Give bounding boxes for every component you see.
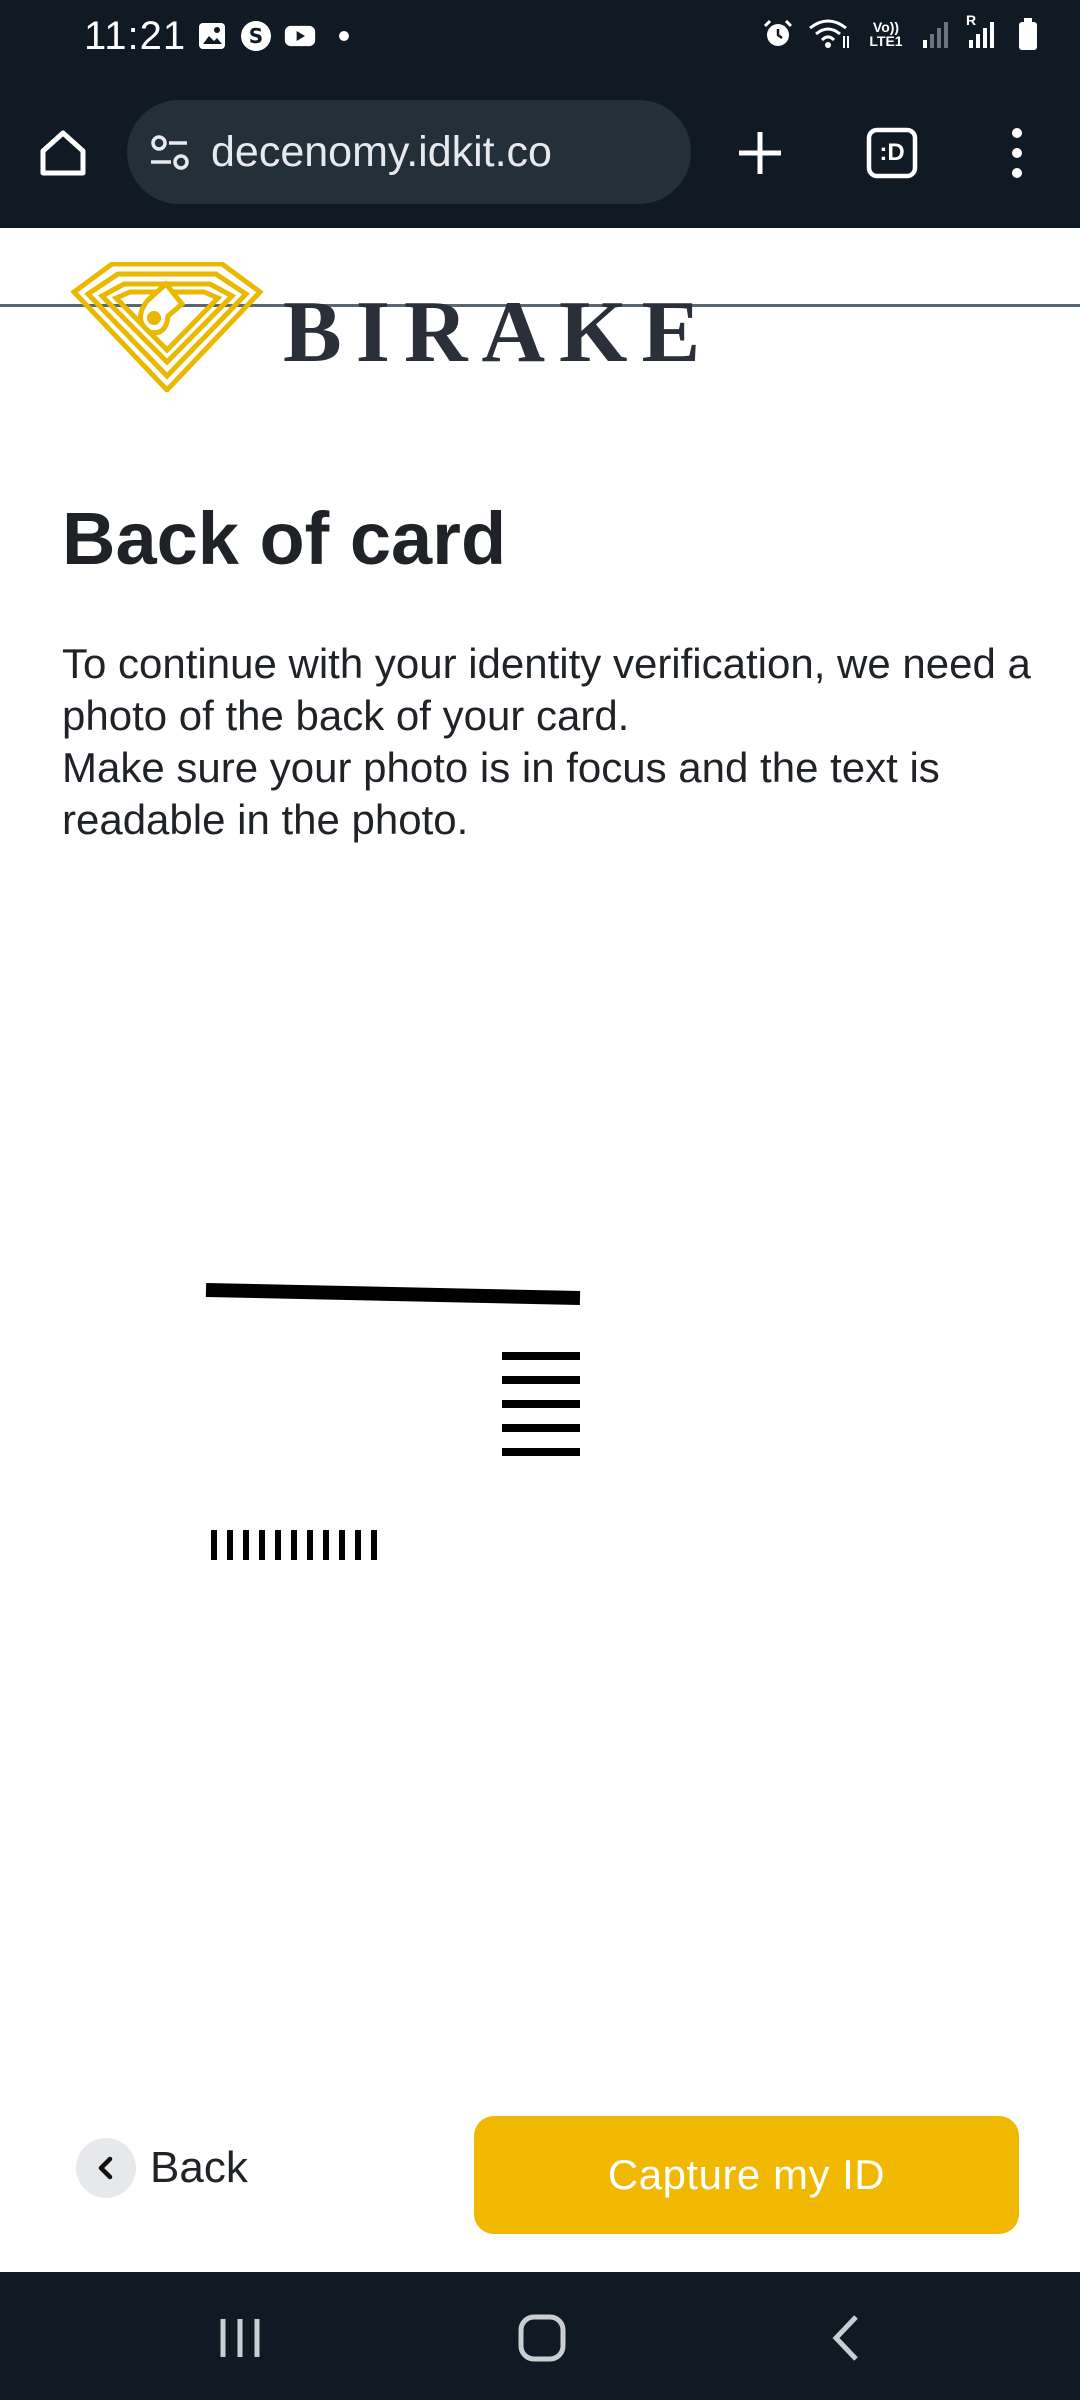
birake-diamond-logo-icon	[70, 262, 264, 392]
system-nav-bar	[0, 2272, 1080, 2400]
youtube-icon	[284, 20, 316, 52]
page-title: Back of card	[62, 497, 507, 580]
url-text: decenomy.idkit.co	[211, 128, 552, 176]
tab-switcher-label: :D	[879, 139, 905, 166]
back-chevron-icon	[76, 2138, 136, 2198]
status-bar: 11:21 S Vo)) LTE1 R	[0, 0, 1080, 78]
site-settings-icon[interactable]	[147, 130, 193, 176]
card-back-illustration	[180, 1280, 620, 1580]
volte-icon: Vo)) LTE1	[866, 18, 906, 50]
home-nav-button[interactable]	[492, 2296, 592, 2380]
alarm-icon	[762, 18, 794, 50]
instructions: To continue with your identity verificat…	[62, 638, 1032, 846]
capture-id-button[interactable]: Capture my ID	[474, 2116, 1019, 2234]
more-menu-icon	[1012, 128, 1022, 178]
new-tab-plus-icon	[739, 132, 781, 174]
instruction-line-1: To continue with your identity verificat…	[62, 640, 1031, 739]
more-menu-button[interactable]	[972, 108, 1062, 198]
home-button[interactable]	[18, 108, 108, 198]
browser-toolbar: decenomy.idkit.co :D	[0, 78, 1080, 307]
signal-icon	[920, 18, 952, 50]
home-icon	[40, 130, 86, 176]
back-nav-icon	[832, 2315, 858, 2361]
status-left-icons: S	[196, 20, 360, 52]
url-bar[interactable]: decenomy.idkit.co	[127, 100, 691, 204]
home-nav-icon	[518, 2314, 566, 2362]
brand-name: BIRAKE	[283, 284, 715, 381]
recent-apps-icon	[220, 2319, 260, 2357]
gallery-icon	[196, 20, 228, 52]
volte-label: Vo)) LTE1	[869, 19, 903, 49]
instruction-line-2: Make sure your photo is in focus and the…	[62, 744, 940, 843]
back-nav-button[interactable]	[796, 2296, 896, 2380]
notification-dot-icon	[328, 20, 360, 52]
card-stripe-lines	[502, 1352, 580, 1456]
card-barcode	[211, 1530, 377, 1560]
wifi-icon	[808, 18, 852, 50]
signal-roaming-icon: R	[966, 12, 998, 50]
back-button[interactable]: Back	[76, 2136, 248, 2200]
battery-icon	[1012, 18, 1044, 50]
new-tab-button[interactable]	[715, 108, 805, 198]
capture-id-label: Capture my ID	[607, 2151, 886, 2198]
card-top-bar	[205, 1283, 581, 1305]
svg-text:S: S	[249, 24, 263, 48]
tab-switcher-button[interactable]: :D	[847, 108, 937, 198]
roaming-label: R	[966, 12, 977, 28]
brand-logo: BIRAKE	[70, 262, 730, 400]
status-right-icons: Vo)) LTE1 R	[762, 12, 1044, 50]
recent-apps-button[interactable]	[190, 2296, 290, 2380]
s-app-icon: S	[240, 20, 272, 52]
status-time: 11:21	[84, 14, 187, 58]
back-label: Back	[150, 2143, 248, 2192]
